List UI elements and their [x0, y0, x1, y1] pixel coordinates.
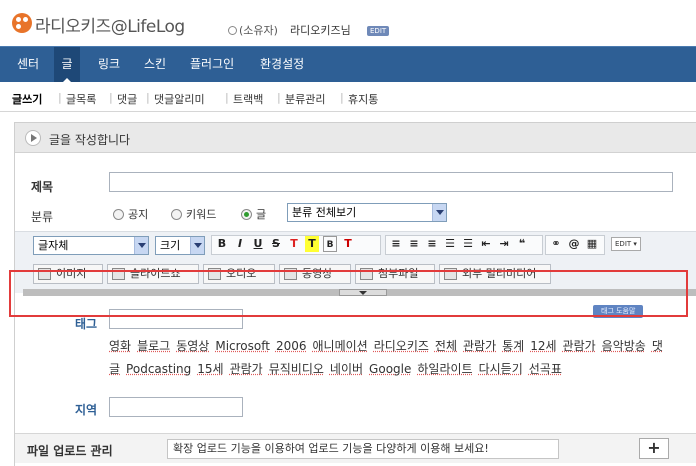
editor-heading: 글을 작성합니다: [49, 131, 130, 148]
tag-label: 태그: [75, 315, 97, 332]
main-nav: 센터 글 링크 스킨 플러그인 환경설정: [0, 46, 696, 82]
quote-icon[interactable]: ❝: [515, 236, 529, 252]
tag-item[interactable]: 음악방송: [602, 339, 646, 353]
radio-keyword[interactable]: 키워드: [171, 206, 216, 222]
subnav-separator: |: [58, 91, 62, 104]
tag-item[interactable]: 관람가: [563, 339, 596, 353]
italic-button[interactable]: I: [233, 236, 247, 252]
upload-info-text: 확장 업로드 기능을 이용하여 업로드 기능을 다양하게 이용해 보세요!: [167, 439, 559, 459]
title-label: 제목: [31, 178, 53, 195]
tag-item[interactable]: Microsoft: [215, 339, 270, 353]
tag-item[interactable]: 블로그: [137, 339, 170, 353]
align-center-icon[interactable]: ≡: [407, 236, 421, 252]
tag-item[interactable]: 네이버: [330, 362, 363, 376]
tag-suggestion-list: 영화 블로그 동영상 Microsoft 2006 애니메이션 라디오키즈 전체 관람가 통계 12…: [109, 335, 679, 381]
unordered-list-icon[interactable]: ☰: [461, 236, 475, 252]
nav-skin[interactable]: 스킨: [144, 47, 166, 82]
tag-item[interactable]: 하일라이트: [417, 362, 472, 376]
text-color-button[interactable]: T: [287, 236, 301, 252]
tag-item[interactable]: 선곡표: [529, 362, 562, 376]
radio-post[interactable]: 글: [241, 206, 266, 222]
nav-center[interactable]: 센터: [17, 47, 39, 82]
nav-link[interactable]: 링크: [98, 47, 120, 82]
tag-item[interactable]: 15세: [197, 362, 223, 376]
highlight-button[interactable]: T: [305, 236, 319, 252]
logo-icon[interactable]: [12, 13, 32, 33]
strike-button[interactable]: S: [269, 236, 283, 252]
tag-item[interactable]: 관람가: [230, 362, 263, 376]
subnav-comment-notify[interactable]: 댓글알리미: [154, 91, 205, 107]
upload-label: 파일 업로드 관리: [27, 442, 113, 459]
tag-item[interactable]: 2006: [276, 339, 307, 353]
arrow-right-icon: [25, 130, 41, 146]
subnav-write[interactable]: 글쓰기: [12, 91, 42, 107]
tag-item[interactable]: 통계: [502, 339, 524, 353]
user-nickname[interactable]: 라디오키즈님: [290, 22, 351, 38]
align-right-icon[interactable]: ≡: [425, 236, 439, 252]
tag-item[interactable]: 애니메이션: [313, 339, 368, 353]
subnav-trackback[interactable]: 트랙백: [233, 91, 263, 107]
category-select[interactable]: 분류 전체보기: [287, 203, 447, 222]
indent-icon[interactable]: ⇥: [497, 236, 511, 252]
tag-item[interactable]: 뮤직비디오: [269, 362, 324, 376]
radio-icon: [171, 209, 182, 220]
box-button[interactable]: B: [323, 236, 337, 252]
subnav-post-list[interactable]: 글목록: [66, 91, 96, 107]
file-upload-row: 파일 업로드 관리 확장 업로드 기능을 이용하여 업로드 기능을 다양하게 이…: [15, 433, 696, 463]
outdent-icon[interactable]: ⇤: [479, 236, 493, 252]
align-left-icon[interactable]: ≡: [389, 236, 403, 252]
edit-profile-badge[interactable]: EDIT: [367, 26, 389, 36]
title-input[interactable]: [109, 172, 673, 192]
subnav-separator: |: [225, 91, 229, 104]
radio-icon: [113, 209, 124, 220]
table-icon[interactable]: ▦: [585, 236, 599, 252]
tag-item[interactable]: 12세: [530, 339, 556, 353]
tag-item[interactable]: Podcasting: [126, 362, 191, 376]
subnav-separator: |: [109, 91, 113, 104]
tag-item[interactable]: 라디오키즈: [374, 339, 429, 353]
edit-mode-select[interactable]: EDIT ▾: [611, 237, 641, 251]
editor-title-bar: 글을 작성합니다: [15, 123, 696, 153]
nav-post[interactable]: 글: [54, 47, 80, 82]
add-file-button[interactable]: +: [639, 438, 669, 459]
clear-format-button[interactable]: T: [341, 236, 355, 252]
tag-item[interactable]: 동영상: [176, 339, 209, 353]
tag-item[interactable]: Google: [369, 362, 411, 376]
subnav-comments[interactable]: 댓글: [117, 91, 137, 107]
dropdown-arrow-icon: [134, 237, 148, 254]
tag-item[interactable]: 다시듣기: [479, 362, 523, 376]
location-input[interactable]: [109, 397, 243, 417]
dropdown-arrow-icon: [190, 237, 204, 254]
subnav-separator: |: [340, 91, 344, 104]
tag-item[interactable]: 관람가: [463, 339, 496, 353]
emoticon-icon[interactable]: @: [567, 236, 581, 252]
dropdown-arrow-icon: [432, 204, 446, 221]
ordered-list-icon[interactable]: ☰: [443, 236, 457, 252]
font-family-select[interactable]: 글자체: [33, 236, 149, 255]
blog-title[interactable]: 라디오키즈@LifeLog: [35, 12, 185, 37]
owner-label: (소유자): [228, 22, 278, 38]
subnav-separator: |: [277, 91, 281, 104]
link-icon[interactable]: ⚭: [549, 236, 563, 252]
sub-nav: 글쓰기 | 글목록 | 댓글 | 댓글알리미 | 트랙백 | 분류관리 | 휴지…: [0, 82, 696, 112]
radio-notice[interactable]: 공지: [113, 206, 148, 222]
radio-selected-icon: [241, 209, 252, 220]
owner-text: (소유자): [239, 24, 278, 37]
subnav-separator: |: [146, 91, 150, 104]
person-icon: [228, 26, 237, 35]
font-size-select[interactable]: 크기: [155, 236, 205, 255]
underline-button[interactable]: U: [251, 236, 265, 252]
nav-plugin[interactable]: 플러그인: [190, 47, 234, 82]
category-label: 분류: [31, 208, 53, 225]
blog-header: 라디오키즈@LifeLog (소유자) 라디오키즈님 EDIT: [0, 0, 696, 46]
tag-item[interactable]: 전체: [435, 339, 457, 353]
nav-settings[interactable]: 환경설정: [260, 47, 304, 82]
subnav-category[interactable]: 분류관리: [285, 91, 325, 107]
tag-item[interactable]: 영화: [109, 339, 131, 353]
location-label: 지역: [75, 401, 97, 418]
subnav-trash[interactable]: 휴지통: [348, 91, 378, 107]
bold-button[interactable]: B: [215, 236, 229, 252]
highlight-box: [9, 270, 688, 317]
